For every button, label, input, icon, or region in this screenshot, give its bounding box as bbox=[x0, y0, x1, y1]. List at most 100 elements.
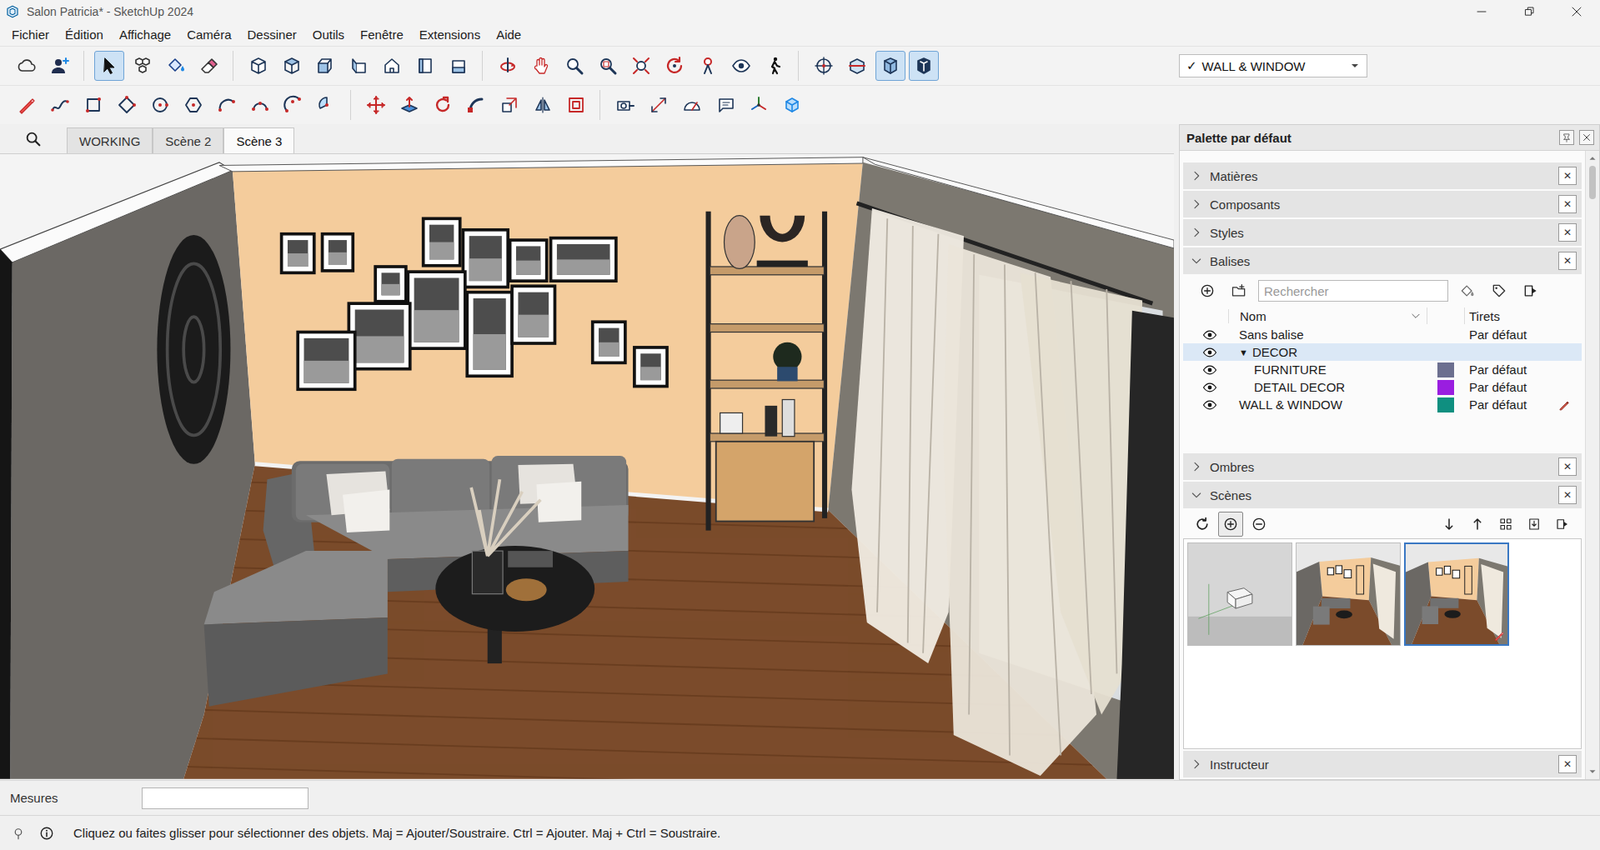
section-close-button[interactable]: ✕ bbox=[1558, 251, 1577, 271]
tool-button[interactable] bbox=[710, 90, 741, 121]
move-scene-up-button[interactable] bbox=[1464, 511, 1490, 537]
tag-color-swatch[interactable] bbox=[1437, 380, 1455, 396]
tool-button[interactable] bbox=[875, 50, 906, 81]
scene-update-button[interactable] bbox=[1521, 511, 1547, 537]
scene-tab[interactable]: WORKING bbox=[66, 127, 153, 154]
scene-thumbnail[interactable] bbox=[1187, 542, 1293, 647]
pin-button[interactable] bbox=[1559, 130, 1575, 146]
3d-viewport[interactable] bbox=[0, 154, 1174, 781]
visibility-toggle[interactable] bbox=[1191, 380, 1229, 396]
scene-details-button[interactable] bbox=[1549, 511, 1575, 537]
tool-button[interactable] bbox=[194, 50, 225, 81]
tool-button[interactable] bbox=[394, 90, 425, 121]
tag-color-swatch[interactable] bbox=[1437, 362, 1455, 378]
tag-tool-button[interactable] bbox=[1486, 278, 1512, 304]
scene-search[interactable] bbox=[0, 125, 67, 154]
tool-button[interactable] bbox=[278, 90, 309, 121]
tool-button[interactable] bbox=[311, 90, 342, 121]
menu-item[interactable]: Outils bbox=[304, 25, 352, 45]
section-close-button[interactable]: ✕ bbox=[1558, 195, 1577, 214]
tool-button[interactable] bbox=[376, 50, 407, 81]
tool-button[interactable] bbox=[11, 90, 42, 121]
tool-button[interactable] bbox=[111, 90, 142, 121]
tool-button[interactable] bbox=[245, 90, 276, 121]
menu-item[interactable]: Édition bbox=[56, 25, 111, 45]
tool-button[interactable] bbox=[94, 50, 125, 81]
tool-button[interactable] bbox=[561, 90, 592, 121]
tool-button[interactable] bbox=[494, 90, 525, 121]
tag-dashes[interactable]: Par défaut bbox=[1464, 362, 1549, 377]
tray-section-header[interactable]: Composants✕ bbox=[1183, 190, 1582, 218]
tray-close-button[interactable] bbox=[1579, 130, 1595, 146]
tool-button[interactable] bbox=[211, 90, 242, 121]
tag-row[interactable]: Sans balisePar défaut bbox=[1183, 326, 1582, 344]
visibility-toggle[interactable] bbox=[1191, 397, 1229, 413]
instructor-button[interactable] bbox=[36, 826, 57, 842]
scene-thumbnail[interactable] bbox=[1404, 542, 1510, 647]
scene-tab[interactable]: Scène 2 bbox=[152, 127, 224, 154]
scene-thumbnail[interactable] bbox=[1295, 542, 1401, 647]
section-close-button[interactable]: ✕ bbox=[1558, 457, 1577, 477]
tool-button[interactable] bbox=[78, 90, 109, 121]
tool-button[interactable] bbox=[45, 90, 76, 121]
tray-section-header[interactable]: Balises✕ bbox=[1183, 247, 1582, 275]
tag-dashes[interactable]: Par défaut bbox=[1464, 327, 1549, 342]
tag-dashes[interactable]: Par défaut bbox=[1464, 380, 1549, 395]
restore-button[interactable] bbox=[1504, 0, 1553, 24]
tag-row[interactable]: WALL & WINDOWPar défaut bbox=[1183, 396, 1582, 414]
active-tag-dropdown[interactable]: ✓WALL & WINDOW bbox=[1178, 54, 1368, 78]
tool-button[interactable] bbox=[276, 50, 307, 81]
visibility-toggle[interactable] bbox=[1191, 362, 1229, 378]
scroll-thumb[interactable] bbox=[1589, 165, 1596, 200]
tray-section-header[interactable]: Scènes✕ bbox=[1183, 481, 1582, 509]
tool-button[interactable] bbox=[343, 50, 374, 81]
column-header[interactable]: Tirets bbox=[1464, 309, 1549, 324]
menu-item[interactable]: Affichage bbox=[110, 25, 179, 45]
tool-button[interactable] bbox=[461, 90, 492, 121]
tool-button[interactable] bbox=[11, 50, 42, 81]
visibility-toggle[interactable] bbox=[1191, 327, 1229, 343]
tool-button[interactable] bbox=[677, 90, 708, 121]
tool-button[interactable] bbox=[692, 50, 723, 81]
update-scene-button[interactable] bbox=[1189, 511, 1215, 537]
tool-button[interactable] bbox=[777, 90, 808, 121]
tray-section-header[interactable]: Instructeur✕ bbox=[1183, 751, 1582, 778]
tool-button[interactable] bbox=[178, 90, 209, 121]
tag-search-input[interactable] bbox=[1258, 280, 1449, 302]
tool-button[interactable] bbox=[842, 50, 873, 81]
tag-color-swatch[interactable] bbox=[1437, 397, 1455, 413]
tray-section-header[interactable]: Ombres✕ bbox=[1183, 453, 1582, 481]
close-button[interactable] bbox=[1552, 0, 1600, 24]
tool-button[interactable] bbox=[361, 90, 392, 121]
tool-button[interactable] bbox=[45, 50, 76, 81]
tool-button[interactable] bbox=[643, 90, 674, 121]
tool-button[interactable] bbox=[127, 50, 158, 81]
tray-section-header[interactable]: Matières✕ bbox=[1183, 162, 1582, 190]
menu-item[interactable]: Fenêtre bbox=[351, 25, 412, 45]
menu-item[interactable]: Fichier bbox=[3, 25, 57, 45]
menu-item[interactable]: Aide bbox=[487, 25, 529, 45]
add-folder-button[interactable] bbox=[1226, 278, 1252, 304]
tool-button[interactable] bbox=[559, 50, 590, 81]
tool-button[interactable] bbox=[310, 50, 341, 81]
menu-item[interactable]: Extensions bbox=[411, 25, 488, 45]
geolocation-button[interactable] bbox=[8, 826, 29, 842]
tool-button[interactable] bbox=[808, 50, 839, 81]
folder-toggle[interactable]: ▼ bbox=[1238, 347, 1249, 358]
remove-scene-button[interactable] bbox=[1246, 511, 1272, 537]
add-scene-button[interactable] bbox=[1218, 511, 1244, 537]
tag-row[interactable]: FURNITUREPar défaut bbox=[1183, 361, 1582, 379]
tool-button[interactable] bbox=[592, 50, 623, 81]
tray-section-header[interactable]: Styles✕ bbox=[1183, 219, 1582, 246]
tool-button[interactable] bbox=[243, 50, 274, 81]
section-close-button[interactable]: ✕ bbox=[1558, 486, 1577, 505]
tool-button[interactable] bbox=[527, 90, 558, 121]
tag-dashes[interactable]: Par défaut bbox=[1464, 397, 1549, 412]
column-header[interactable]: Nom bbox=[1228, 309, 1427, 324]
move-scene-down-button[interactable] bbox=[1436, 511, 1462, 537]
menu-item[interactable]: Caméra bbox=[178, 25, 239, 45]
tool-button[interactable] bbox=[492, 50, 523, 81]
menu-item[interactable]: Dessiner bbox=[239, 25, 305, 45]
visibility-toggle[interactable] bbox=[1191, 345, 1229, 361]
scene-tab[interactable]: Scène 3 bbox=[223, 127, 295, 154]
